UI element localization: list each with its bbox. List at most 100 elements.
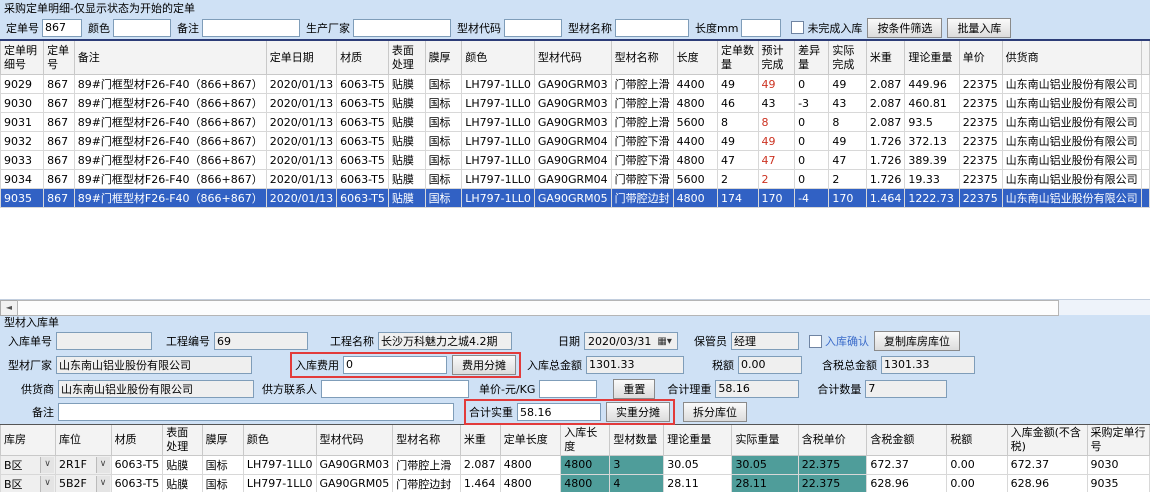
- fee-input[interactable]: [343, 356, 447, 374]
- project-name-label: 工程名称: [330, 333, 374, 349]
- date-picker[interactable]: 2020/03/31 ▦▾: [584, 332, 678, 350]
- project-no-label: 工程编号: [166, 333, 210, 349]
- cell: 门带腔上滑: [611, 94, 673, 113]
- cell: 22375: [959, 94, 1002, 113]
- cell: 门带腔下滑: [611, 151, 673, 170]
- weight-share-button[interactable]: 实重分摊: [606, 402, 670, 422]
- split-location-button[interactable]: 拆分库位: [683, 402, 747, 422]
- cell: 867: [44, 94, 75, 113]
- remark-input[interactable]: [202, 19, 300, 37]
- inbound-no-input[interactable]: [56, 332, 152, 350]
- supplier-input[interactable]: [58, 380, 254, 398]
- table-row[interactable]: 903086789#门框型材F26-F40（866+867）2020/01/13…: [1, 94, 1150, 113]
- qty-input[interactable]: [865, 380, 947, 398]
- column-header: 米重: [460, 425, 500, 455]
- fee-label: 入库费用: [295, 357, 339, 373]
- cell: LH797-1LL0: [462, 113, 535, 132]
- cell: 门带腔边封: [611, 189, 673, 208]
- bottom-remark-input[interactable]: [58, 403, 454, 421]
- order-no-input[interactable]: [42, 19, 82, 37]
- column-header: 含税单价: [798, 425, 867, 455]
- table-row[interactable]: 903586789#门框型材F26-F40（866+867）2020/01/13…: [1, 189, 1150, 208]
- column-header: 颜色: [462, 41, 535, 75]
- cell: LH797-1LL0: [462, 94, 535, 113]
- cell: 0: [795, 151, 829, 170]
- tax-total-input[interactable]: [881, 356, 975, 374]
- table-row[interactable]: B区∨2R1F∨6063-T5贴膜国标LH797-1LL0GA90GRM03门带…: [1, 455, 1150, 474]
- column-header: 预计完成: [758, 41, 795, 75]
- table-row[interactable]: 902986789#门框型材F26-F40（866+867）2020/01/13…: [1, 75, 1150, 94]
- column-header: 定单数量: [718, 41, 758, 75]
- dropdown-arrow-icon[interactable]: ∨: [96, 476, 110, 492]
- inbound-form-row-2: 型材厂家 入库费用 费用分摊 入库总金额 税额 含税总金额: [0, 352, 1150, 377]
- horizontal-scrollbar[interactable]: ◄: [0, 299, 1150, 315]
- cell: 22375: [959, 75, 1002, 94]
- cell: 8: [758, 113, 795, 132]
- table-row[interactable]: 903286789#门框型材F26-F40（866+867）2020/01/13…: [1, 132, 1150, 151]
- cell: 5600: [673, 113, 717, 132]
- color-input[interactable]: [113, 19, 171, 37]
- column-header: 库位: [56, 425, 112, 455]
- dropdown-arrow-icon[interactable]: ∨: [40, 476, 54, 492]
- table-row[interactable]: 903486789#门框型材F26-F40（866+867）2020/01/13…: [1, 170, 1150, 189]
- cell: 贴膜: [163, 455, 202, 474]
- cell: 4800: [500, 474, 560, 492]
- tax-input[interactable]: [738, 356, 802, 374]
- dropdown-arrow-icon[interactable]: ∨: [96, 457, 110, 473]
- cell: 49: [758, 75, 795, 94]
- date-value: 2020/03/31: [588, 335, 651, 348]
- scroll-left-icon[interactable]: ◄: [0, 300, 18, 316]
- inbound-confirm-checkbox[interactable]: [809, 335, 822, 348]
- scrollbar-thumb[interactable]: [17, 300, 1059, 316]
- profile-name-input[interactable]: [615, 19, 689, 37]
- inbound-form-row-3: 供货商 供方联系人 单价-元/KG 重置 合计理重 合计数量: [0, 377, 1150, 400]
- column-header: 型材代码: [316, 425, 393, 455]
- length-input[interactable]: [741, 19, 781, 37]
- cell: GA90GRM04: [534, 151, 611, 170]
- cell: 9032: [1, 132, 44, 151]
- cell: 2020/01/13: [266, 170, 336, 189]
- cell: [1141, 170, 1149, 189]
- table-row[interactable]: 903186789#门框型材F26-F40（866+867）2020/01/13…: [1, 113, 1150, 132]
- cell: GA90GRM04: [534, 132, 611, 151]
- filter-by-condition-button[interactable]: 按条件筛选: [867, 18, 942, 38]
- column-header: 含税金额: [867, 425, 947, 455]
- profile-code-input[interactable]: [504, 19, 562, 37]
- cell: 4400: [673, 132, 717, 151]
- unfinished-checkbox-label: 未完成入库: [807, 20, 862, 36]
- theo-weight-input[interactable]: [715, 380, 799, 398]
- actual-weight-input[interactable]: [517, 403, 601, 421]
- keeper-input[interactable]: [731, 332, 799, 350]
- table-row[interactable]: 903386789#门框型材F26-F40（866+867）2020/01/13…: [1, 151, 1150, 170]
- bottom-remark-label: 备注: [32, 404, 54, 420]
- cell: 449.96: [905, 75, 959, 94]
- batch-inbound-button[interactable]: 批量入库: [947, 18, 1011, 38]
- cell: 1222.73: [905, 189, 959, 208]
- column-header: [1141, 41, 1149, 75]
- table-row[interactable]: B区∨5B2F∨6063-T5贴膜国标LH797-1LL0GA90GRM05门带…: [1, 474, 1150, 492]
- copy-location-button[interactable]: 复制库房库位: [874, 331, 960, 351]
- cell: GA90GRM03: [534, 113, 611, 132]
- unit-price-input[interactable]: [539, 380, 597, 398]
- cell: 2.087: [460, 455, 500, 474]
- total-amount-input[interactable]: [586, 356, 684, 374]
- contact-input[interactable]: [321, 380, 469, 398]
- cell: 1.726: [866, 170, 905, 189]
- reset-button[interactable]: 重置: [613, 379, 655, 399]
- cell: -3: [795, 94, 829, 113]
- cell: GA90GRM04: [534, 170, 611, 189]
- cell: 9030: [1, 94, 44, 113]
- project-name-input[interactable]: [378, 332, 512, 350]
- cell: 867: [44, 170, 75, 189]
- tax-label: 税额: [712, 357, 734, 373]
- factory-input[interactable]: [56, 356, 252, 374]
- fee-share-button[interactable]: 费用分摊: [452, 355, 516, 375]
- cell: 山东南山铝业股份有限公司: [1002, 75, 1141, 94]
- calendar-icon[interactable]: ▦▾: [657, 336, 671, 347]
- dropdown-arrow-icon[interactable]: ∨: [40, 457, 54, 473]
- manufacturer-input[interactable]: [353, 19, 451, 37]
- project-no-input[interactable]: [214, 332, 308, 350]
- unfinished-checkbox[interactable]: [791, 21, 804, 34]
- profile-code-label: 型材代码: [457, 20, 501, 36]
- cell: 4800: [500, 455, 560, 474]
